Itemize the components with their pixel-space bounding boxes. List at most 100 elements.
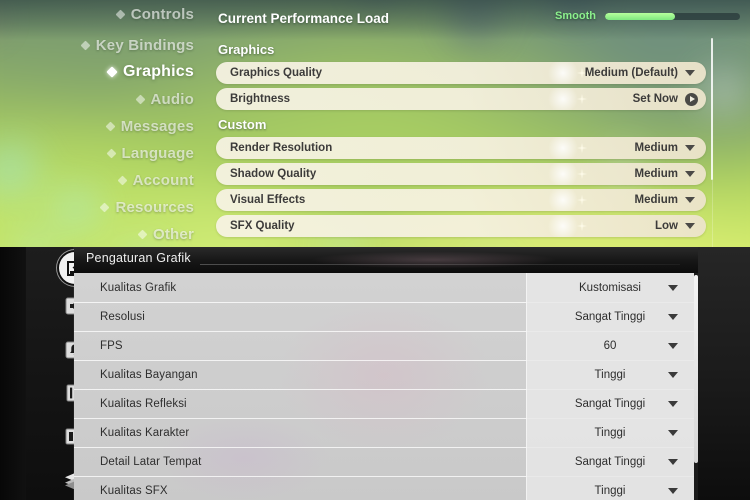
page-title: Current Performance Load: [218, 10, 390, 26]
setting-label: Kualitas Bayangan: [100, 368, 198, 381]
option-row-graphics-quality[interactable]: Graphics Quality Medium (Default): [216, 62, 706, 84]
option-value[interactable]: Medium: [635, 168, 678, 180]
setting-value: Sangat Tinggi: [574, 310, 646, 323]
option-row-sfx-quality[interactable]: SFX Quality Low: [216, 215, 706, 237]
chevron-down-icon[interactable]: [668, 487, 678, 494]
setting-dropdown[interactable]: Sangat Tinggi: [526, 447, 694, 476]
sparkle-star-icon: [574, 91, 590, 107]
setting-label: Kualitas Grafik: [100, 281, 177, 294]
option-value[interactable]: Set Now: [633, 93, 678, 105]
nav-item-other[interactable]: Other: [0, 222, 200, 246]
chevron-down-icon[interactable]: [685, 171, 695, 177]
performance-meter: Smooth: [555, 10, 740, 22]
option-row-brightness[interactable]: Brightness Set Now: [216, 88, 706, 110]
bottom-settings-panel: Pengaturan Grafik Kualitas Grafik Kustomi…: [0, 247, 750, 500]
setting-dropdown[interactable]: Kustomisasi: [526, 273, 694, 302]
diamond-bullet-icon: [106, 148, 116, 158]
option-value[interactable]: Medium (Default): [585, 67, 678, 79]
setting-label: Kualitas SFX: [100, 484, 168, 497]
setting-value: Tinggi: [594, 368, 626, 381]
chevron-down-icon[interactable]: [685, 145, 695, 151]
setting-value: Kustomisasi: [579, 281, 641, 294]
nav-item-resources[interactable]: Resources: [0, 195, 200, 219]
table-row[interactable]: Resolusi Sangat Tinggi: [74, 302, 694, 332]
nav-item-audio[interactable]: Audio: [0, 87, 200, 111]
bottom-left-edge: [0, 247, 26, 500]
setting-dropdown[interactable]: Tinggi: [526, 418, 694, 447]
table-row[interactable]: Kualitas Grafik Kustomisasi: [74, 273, 694, 303]
nav-item-messages[interactable]: Messages: [0, 114, 200, 138]
chevron-down-icon[interactable]: [668, 429, 678, 436]
nav-item-label: Graphics: [123, 63, 194, 80]
chevron-down-icon[interactable]: [685, 223, 695, 229]
chevron-down-icon[interactable]: [668, 458, 678, 465]
table-row[interactable]: FPS 60: [74, 331, 694, 361]
setting-label: FPS: [100, 339, 123, 352]
diamond-bullet-icon: [105, 121, 116, 131]
sparkle-star-icon: [574, 192, 590, 208]
setting-value: Tinggi: [594, 426, 626, 439]
screenshot-root: Controls Key Bindings Graphics Audio Message…: [0, 0, 750, 500]
setting-dropdown[interactable]: Tinggi: [526, 476, 694, 500]
table-row[interactable]: Kualitas SFX Tinggi: [74, 476, 694, 500]
chevron-down-icon[interactable]: [685, 197, 695, 203]
setting-dropdown[interactable]: 60: [526, 331, 694, 360]
bottom-settings-list: Kualitas Grafik Kustomisasi Resolusi Sangat…: [74, 273, 694, 500]
setting-value: Tinggi: [594, 484, 626, 497]
nav-item-label: Audio: [150, 90, 194, 108]
chevron-down-icon[interactable]: [685, 70, 695, 76]
top-scrollbar-track[interactable]: [711, 180, 713, 247]
setting-dropdown[interactable]: Sangat Tinggi: [526, 302, 694, 331]
setting-value: Sangat Tinggi: [574, 455, 646, 468]
setting-dropdown[interactable]: Sangat Tinggi: [526, 389, 694, 418]
table-row[interactable]: Kualitas Karakter Tinggi: [74, 418, 694, 448]
option-row-visual-effects[interactable]: Visual Effects Medium: [216, 189, 706, 211]
diamond-bullet-icon: [117, 175, 128, 185]
option-value[interactable]: Medium: [635, 142, 678, 154]
option-row-render-resolution[interactable]: Render Resolution Medium: [216, 137, 706, 159]
performance-bar: [605, 12, 740, 20]
section-heading-custom: Custom: [218, 117, 267, 132]
table-row[interactable]: Kualitas Refleksi Sangat Tinggi: [74, 389, 694, 419]
top-settings-panel: Controls Key Bindings Graphics Audio Message…: [0, 0, 750, 247]
chevron-down-icon[interactable]: [668, 400, 678, 407]
diamond-bullet-icon: [80, 40, 91, 50]
option-label: SFX Quality: [230, 220, 295, 232]
chevron-down-icon[interactable]: [668, 313, 678, 320]
nav-item-graphics[interactable]: Graphics: [0, 60, 200, 84]
nav-item-label: Controls: [130, 5, 194, 23]
table-row[interactable]: Detail Latar Tempat Sangat Tinggi: [74, 447, 694, 477]
nav-item-label: Key Bindings: [95, 36, 194, 54]
bottom-right-edge: [698, 247, 750, 500]
option-value[interactable]: Medium: [635, 194, 678, 206]
bottom-icon-rail: [26, 247, 91, 500]
nav-item-controls[interactable]: Controls: [0, 2, 200, 26]
nav-item-key-bindings[interactable]: Key Bindings: [0, 33, 200, 57]
title-rule: [200, 264, 680, 265]
diamond-bullet-icon: [106, 66, 118, 78]
diamond-bullet-icon: [137, 229, 148, 239]
chevron-down-icon[interactable]: [668, 342, 678, 349]
nav-item-label: Other: [152, 225, 194, 243]
settings-nav-list: Controls Key Bindings Graphics Audio Message…: [0, 0, 210, 247]
setting-dropdown[interactable]: Tinggi: [526, 360, 694, 389]
table-row[interactable]: Kualitas Bayangan Tinggi: [74, 360, 694, 390]
header-sheen: [274, 249, 594, 271]
setting-label: Resolusi: [100, 310, 145, 323]
chevron-down-icon[interactable]: [668, 371, 678, 378]
option-row-shadow-quality[interactable]: Shadow Quality Medium: [216, 163, 706, 185]
bottom-panel-title: Pengaturan Grafik: [86, 251, 191, 265]
play-arrow-button-icon[interactable]: [685, 92, 698, 106]
nav-item-language[interactable]: Language: [0, 141, 200, 165]
chevron-down-icon[interactable]: [668, 284, 678, 291]
section-heading-graphics: Graphics: [218, 42, 275, 57]
option-value[interactable]: Low: [655, 220, 678, 232]
sparkle-star-icon: [574, 140, 590, 156]
setting-value: Sangat Tinggi: [574, 397, 646, 410]
option-label: Graphics Quality: [230, 67, 323, 79]
nav-item-account[interactable]: Account: [0, 168, 200, 192]
setting-label: Kualitas Refleksi: [100, 397, 187, 410]
top-scrollbar-thumb[interactable]: [711, 38, 713, 180]
diamond-bullet-icon: [100, 202, 110, 212]
option-label: Render Resolution: [230, 142, 333, 154]
